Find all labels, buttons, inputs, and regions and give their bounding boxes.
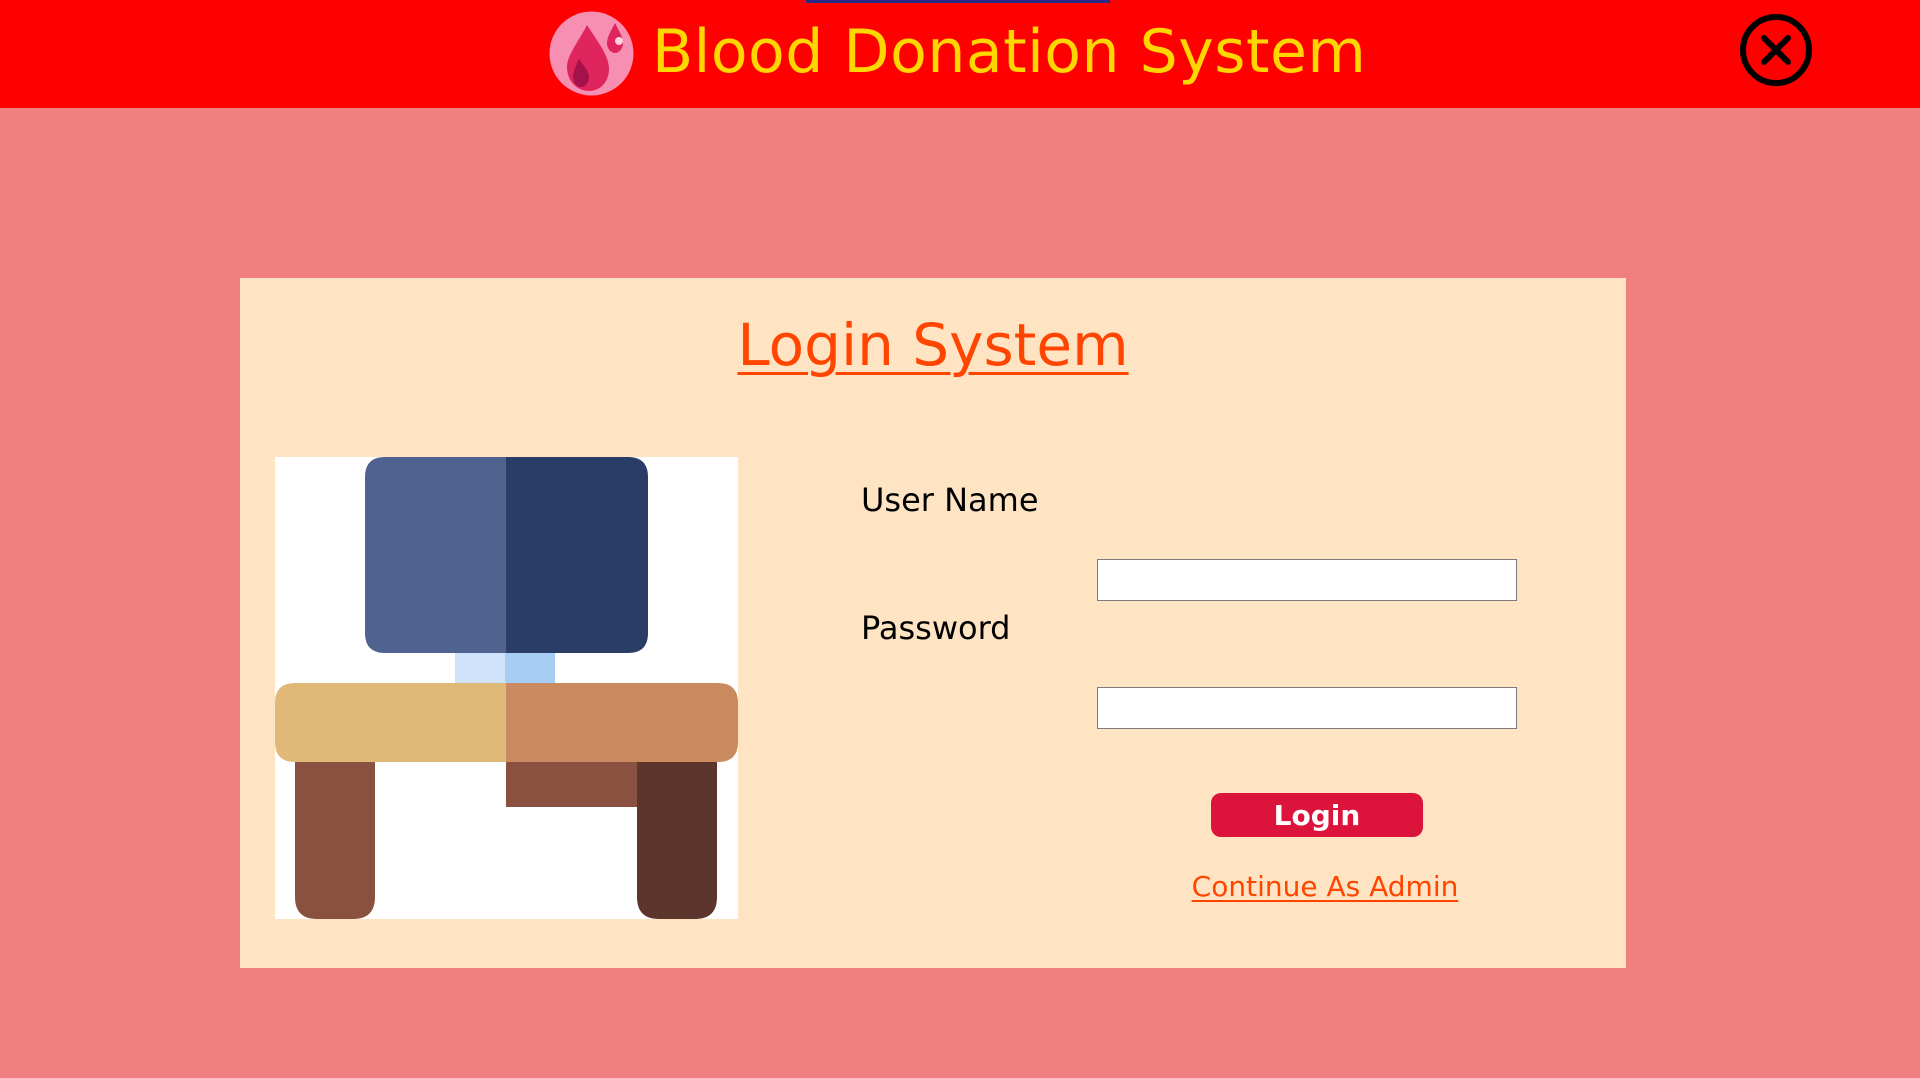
continue-as-admin-link[interactable]: Continue As Admin [1180, 870, 1470, 903]
close-icon[interactable] [1739, 13, 1813, 87]
app-title: Blood Donation System [652, 17, 1367, 87]
login-title: Login System [737, 311, 1129, 379]
password-input[interactable] [1097, 687, 1517, 729]
blood-drop-icon [549, 11, 634, 96]
password-label: Password [861, 609, 1011, 647]
username-label: User Name [861, 481, 1039, 519]
login-button[interactable]: Login [1211, 793, 1423, 837]
login-card: Login System User Name Password Login Co… [240, 278, 1626, 968]
username-input[interactable] [1097, 559, 1517, 601]
title-accent-line [806, 0, 1110, 3]
computer-desk-icon [275, 457, 738, 919]
title-bar: Blood Donation System [0, 0, 1920, 108]
